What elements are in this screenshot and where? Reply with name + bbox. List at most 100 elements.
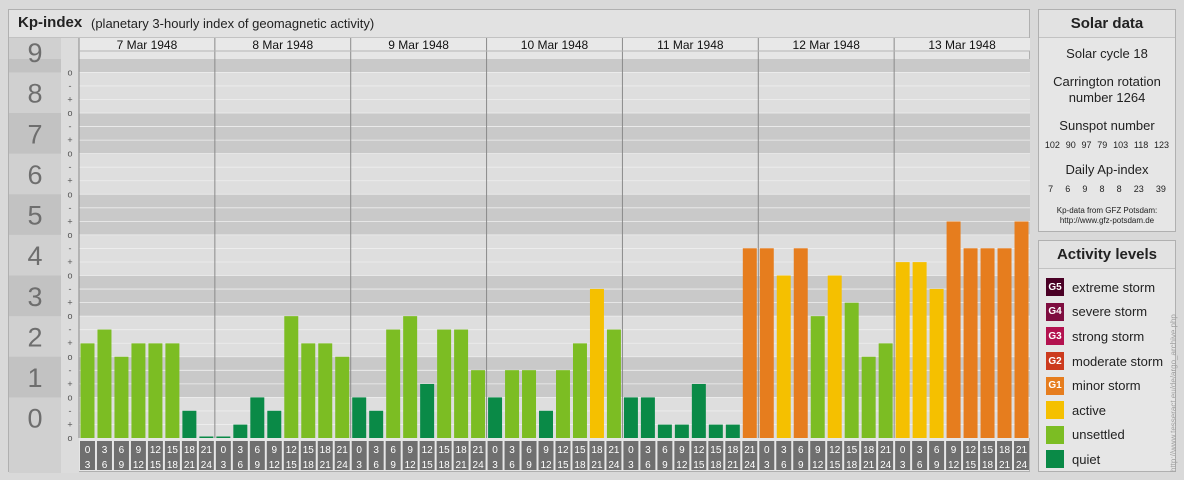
kp-bar [556, 370, 570, 438]
kp-bar [725, 424, 740, 438]
interval-end-label: 9 [662, 460, 668, 471]
interval-end-label: 3 [628, 460, 634, 471]
interval-end-label: 24 [337, 460, 349, 471]
y-tick-label: 0 [27, 404, 42, 434]
kp-bar [793, 248, 808, 438]
kp-bar [386, 329, 401, 438]
kp-bar [674, 424, 689, 438]
interval-end-label: 12 [133, 460, 145, 471]
activity-level-label: severe storm [1072, 304, 1148, 320]
interval-end-label: 12 [540, 460, 552, 471]
interval-end-label: 21 [863, 460, 875, 471]
interval-start-label: 3 [373, 445, 379, 456]
kp-bar [216, 436, 231, 438]
interval-end-label: 3 [221, 460, 227, 471]
y-minor-tick-label: o [67, 352, 72, 362]
kp-bar [488, 397, 503, 438]
interval-start-label: 18 [456, 445, 468, 456]
y-minor-tick-label: + [67, 135, 72, 145]
kp-bar [539, 410, 553, 438]
kp-bar [318, 343, 333, 438]
activity-level-label: minor storm [1072, 378, 1141, 394]
interval-start-label: 3 [238, 445, 244, 456]
interval-end-label: 9 [119, 460, 125, 471]
y-minor-tick-label: o [67, 67, 72, 77]
interval-start-label: 0 [492, 445, 498, 456]
kp-bar [301, 343, 316, 438]
ap-value: 9 [1082, 184, 1088, 194]
ap-title: Daily Ap-index [1065, 162, 1149, 177]
y-minor-tick-label: o [67, 149, 72, 159]
activity-level-item: G5 extreme storm [1039, 275, 1175, 300]
activity-level-label: moderate storm [1072, 353, 1164, 369]
kp-bar [929, 288, 944, 438]
y-tick-label: 2 [27, 322, 42, 352]
kp-bar [420, 383, 435, 438]
interval-end-label: 3 [764, 460, 770, 471]
activity-level-swatch [1046, 450, 1064, 469]
kp-bar [471, 370, 486, 438]
interval-start-label: 15 [439, 445, 451, 456]
interval-end-label: 21 [184, 460, 196, 471]
y-minor-tick-label: + [67, 94, 72, 104]
kp-band [79, 113, 1030, 154]
interval-start-label: 3 [102, 445, 108, 456]
y-minor-tick-label: o [67, 230, 72, 240]
sunspot-value: 102 [1044, 140, 1060, 150]
kp-bar [657, 424, 672, 438]
interval-start-label: 6 [934, 445, 940, 456]
kp-band [79, 72, 1030, 114]
ap-value: 6 [1065, 184, 1071, 194]
interval-start-label: 6 [798, 445, 804, 456]
sunspot-value: 103 [1113, 140, 1129, 150]
kp-bar [148, 343, 163, 438]
interval-end-label: 6 [373, 460, 379, 471]
y-tick-label: 4 [27, 241, 42, 271]
y-minor-tick-label: + [67, 257, 72, 267]
interval-start-label: 12 [693, 445, 705, 456]
interval-start-label: 9 [543, 445, 549, 456]
kp-bar [572, 343, 587, 438]
day-label: 8 Mar 1948 [252, 38, 313, 52]
y-tick-label: 5 [27, 201, 42, 231]
sunspot-values: 102 90 97 79 103 118 123 [1039, 140, 1175, 150]
interval-end-label: 9 [255, 460, 261, 471]
source-link[interactable]: http://www.gfz-potsdam.de [1039, 216, 1175, 226]
kp-bar [895, 262, 910, 438]
kp-bar [878, 343, 893, 438]
y-minor-tick-label: o [67, 108, 72, 118]
interval-start-label: 0 [221, 445, 227, 456]
kp-bar [980, 248, 995, 438]
activity-level-item: G3 strong storm [1039, 324, 1175, 349]
kp-bar [759, 248, 774, 438]
day-label: 12 Mar 1948 [793, 38, 861, 52]
kp-bar [708, 424, 723, 438]
solar-data-title: Solar data [1039, 10, 1175, 38]
interval-end-label: 18 [574, 460, 586, 471]
kp-bar [912, 262, 927, 438]
kp-bar [80, 343, 95, 438]
interval-start-label: 6 [119, 445, 125, 456]
kp-band [79, 194, 1030, 235]
activity-level-swatch [1046, 425, 1064, 444]
y-minor-tick-label: + [67, 216, 72, 226]
sunspot-value: 79 [1097, 140, 1108, 150]
ap-value: 8 [1099, 184, 1105, 194]
kp-bar [437, 329, 452, 438]
kp-bar [199, 436, 214, 438]
interval-end-label: 9 [390, 460, 396, 471]
interval-start-label: 12 [150, 445, 162, 456]
interval-end-label: 6 [781, 460, 787, 471]
interval-start-label: 21 [744, 445, 756, 456]
interval-end-label: 21 [999, 460, 1011, 471]
interval-end-label: 9 [934, 460, 940, 471]
kp-bar [623, 397, 638, 438]
interval-end-label: 6 [509, 460, 515, 471]
kp-bar [606, 329, 621, 438]
interval-end-label: 3 [492, 460, 498, 471]
y-minor-tick-label: + [67, 419, 72, 429]
kp-bar [250, 397, 265, 438]
interval-end-label: 12 [405, 460, 417, 471]
interval-start-label: 21 [1016, 445, 1028, 456]
kp-band [79, 275, 1030, 317]
